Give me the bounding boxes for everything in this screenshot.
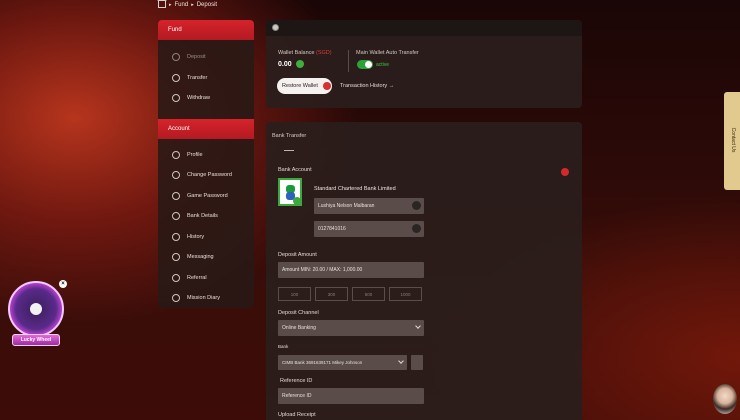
bank-select-value: CIMB Bank 3691639171 Mikey Johnson [282,360,363,365]
wallet-panel: Wallet Balance (SGD) 0.00 Main Wallet Au… [266,20,582,108]
sidebar: Fund Deposit Transfer Withdraw Account P… [158,20,254,308]
contact-us-label: Contact Us [730,127,736,153]
reference-id-input[interactable]: Reference ID [278,388,424,404]
account-holder-value: Lushiya Nelson Malbaran [318,203,375,209]
account-number-field: 0127841016 [314,221,424,237]
sidebar-item-game-password[interactable]: Game Password [158,186,254,207]
breadcrumb-fund[interactable]: Fund [175,2,189,8]
wallet-currency: (SGD) [316,50,332,56]
divider [348,50,349,72]
key-icon [172,171,180,180]
sidebar-item-withdraw[interactable]: Withdraw [158,88,254,109]
close-icon[interactable]: × [59,280,67,288]
game-key-icon [172,191,180,200]
bank-name: Standard Chartered Bank Limited [314,186,396,192]
amount-chip[interactable]: 100 [278,287,311,301]
info-icon[interactable] [561,168,569,176]
lucky-wheel-widget[interactable]: Lucky Wheel [6,281,66,353]
breadcrumb-deposit: Deposit [196,1,218,8]
check-icon [293,197,301,205]
transaction-history-link[interactable]: Transaction History → [340,83,394,89]
sidebar-item-label: Transfer [187,74,208,81]
deposit-channel-value: Online Banking [282,325,316,331]
sidebar-item-label: Game Password [187,192,228,199]
sidebar-item-label: Deposit [187,54,206,61]
bank-logo[interactable] [278,178,302,206]
mail-icon [172,253,180,262]
deposit-channel-label: Deposit Channel [278,310,319,316]
breadcrumb-separator-icon: ▸ [191,1,194,8]
history-icon [172,232,180,241]
sidebar-item-referral[interactable]: Referral [158,268,254,289]
wallet-balance-text: Wallet Balance [278,50,315,56]
sidebar-item-transfer[interactable]: Transfer [158,68,254,89]
avatar[interactable] [713,384,737,414]
diary-icon [172,294,180,303]
sidebar-item-messaging[interactable]: Messaging [158,247,254,268]
amount-chip[interactable]: 300 [315,287,348,301]
sidebar-item-deposit[interactable]: Deposit [158,47,254,68]
chevron-down-icon [415,323,421,329]
copy-icon[interactable] [412,201,421,210]
bank-account-label: Bank Account [278,167,312,173]
bank-label: Bank [278,344,289,349]
sidebar-item-label: Change Password [187,172,232,179]
wallet-icon [272,24,279,31]
reference-id-label: Reference ID [280,378,313,384]
amount-input[interactable]: Amount MIN: 20.00 / MAX: 1,000.00 [278,262,424,278]
auto-transfer-state: active [376,62,390,68]
bank-transfer-panel: Bank Transfer Bank Account Standard Char… [266,122,582,420]
contact-us-tab[interactable]: Contact Us [724,92,740,190]
sidebar-item-label: Profile [187,151,203,158]
withdraw-icon [172,94,180,103]
tab-underline [284,150,294,151]
auto-transfer-toggle[interactable] [357,60,373,69]
sidebar-item-label: Referral [187,274,207,281]
sidebar-item-change-password[interactable]: Change Password [158,165,254,186]
account-holder-field: Lushiya Nelson Malbaran [314,198,424,214]
breadcrumb-separator-icon: ▸ [169,1,172,8]
deposit-icon [172,53,180,62]
upload-receipt-label: Upload Receipt [278,412,316,418]
breadcrumb: ▸ Fund ▸ Deposit [157,0,218,8]
sidebar-item-label: History [187,233,205,240]
bank-transfer-title[interactable]: Bank Transfer [272,133,306,139]
wallet-balance-label: Wallet Balance (SGD) [278,50,332,56]
refresh-icon[interactable] [295,60,304,68]
auto-transfer-label: Main Wallet Auto Transfer [356,50,419,56]
bank-select[interactable]: CIMB Bank 3691639171 Mikey Johnson [278,355,407,370]
sidebar-header-fund: Fund [158,20,254,40]
lucky-wheel-label: Lucky Wheel [12,334,60,346]
copy-icon[interactable] [412,224,421,233]
amount-chip[interactable]: 1000 [389,287,422,301]
sidebar-header-account: Account [158,118,254,139]
deposit-amount-label: Deposit Amount [278,252,317,258]
sidebar-item-history[interactable]: History [158,227,254,248]
chevron-down-icon [398,358,404,364]
wallet-balance-value: 0.00 [278,60,304,68]
wheel-center-icon [30,303,42,315]
sidebar-item-label: Mission Diary [187,295,221,302]
wallet-panel-header [266,20,582,36]
sidebar-item-label: Withdraw [187,95,210,102]
sidebar-item-bank-details[interactable]: Bank Details [158,206,254,227]
restore-icon [322,82,331,90]
deposit-channel-select[interactable]: Online Banking [278,320,424,336]
sidebar-item-mission-diary[interactable]: Mission Diary [158,288,254,308]
referral-icon [172,273,180,282]
profile-icon [172,150,180,159]
add-bank-button[interactable] [411,355,423,370]
sidebar-item-label: Bank Details [187,213,218,220]
account-number-value: 0127841016 [318,226,346,232]
transfer-icon [172,73,180,82]
restore-wallet-label: Restore Wallet [282,83,318,89]
amount-chip[interactable]: 500 [352,287,385,301]
sidebar-item-profile[interactable]: Profile [158,145,254,166]
restore-wallet-button[interactable]: Restore Wallet [277,78,332,94]
home-icon[interactable] [157,0,167,8]
wallet-balance-amount: 0.00 [278,60,292,68]
sidebar-item-label: Messaging [187,254,214,261]
bank-icon [172,212,180,221]
